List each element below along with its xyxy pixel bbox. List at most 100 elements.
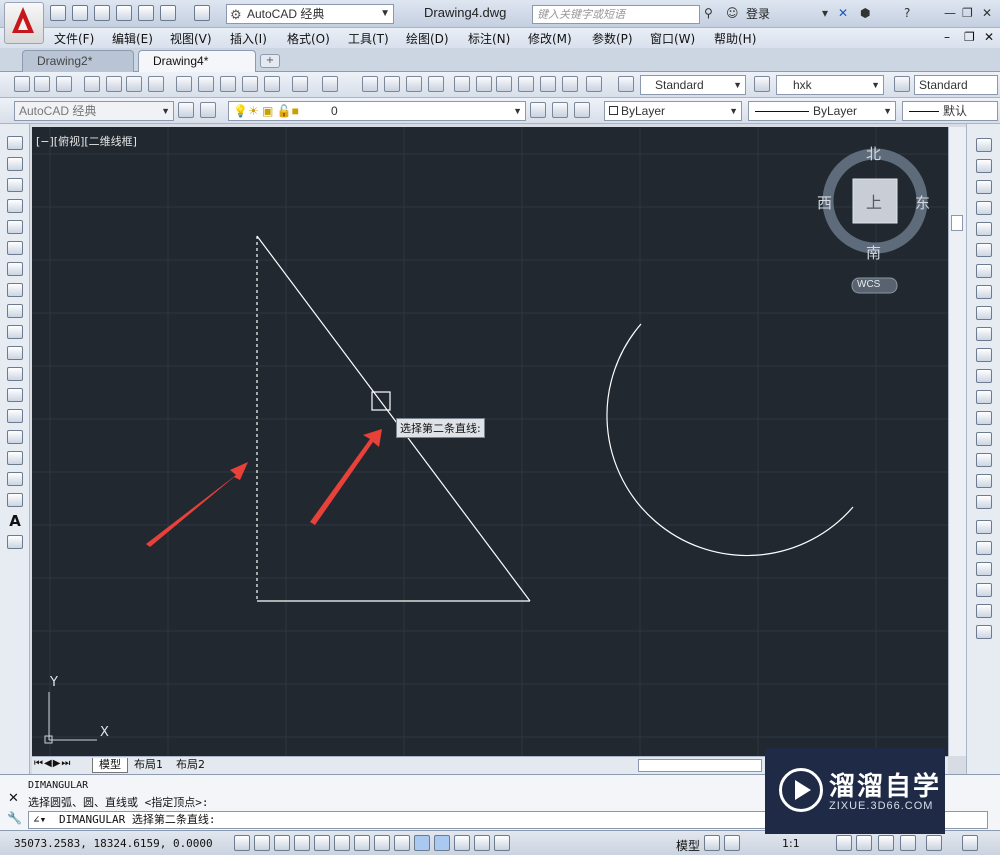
menu-tools[interactable]: 工具(T) [348,30,389,47]
polyline-icon[interactable] [7,178,23,192]
menu-dimension[interactable]: 标注(N) [468,30,510,47]
mirror-icon[interactable] [976,180,992,194]
isolate-objects-icon[interactable] [926,835,942,851]
ellipse-arc-icon[interactable] [7,346,23,360]
copy-icon[interactable] [198,76,214,92]
vertical-scroll-thumb[interactable] [951,215,963,231]
3d-dwf-icon[interactable] [148,76,164,92]
plot-icon[interactable] [84,76,100,92]
draw-order-front-icon[interactable] [976,520,992,534]
line-icon[interactable] [7,136,23,150]
point-icon[interactable] [7,409,23,423]
infer-constraints-icon[interactable] [234,835,250,851]
undo-icon[interactable] [292,76,308,92]
undo-icon[interactable] [160,5,176,21]
dynamic-input-icon[interactable] [414,835,430,851]
table-style-select[interactable]: Standard [914,75,998,95]
snap-mode-icon[interactable] [254,835,270,851]
save-icon[interactable] [56,76,72,92]
join-icon[interactable] [976,411,992,425]
workspace-switch-icon[interactable] [878,835,894,851]
user-icon[interactable]: ☺ [726,6,739,20]
workspace-settings-icon[interactable] [178,102,194,118]
region-icon[interactable] [7,472,23,486]
redo-icon[interactable] [322,76,338,92]
redo-icon[interactable] [194,5,210,21]
rectangle-icon[interactable] [7,220,23,234]
copy-object-icon[interactable] [976,159,992,173]
sheet-set-icon[interactable] [518,76,534,92]
dropdown-icon[interactable]: ▾ [822,6,828,20]
compass-west[interactable]: 西 [817,192,832,213]
menu-insert[interactable]: 插入(I) [230,30,267,47]
stretch-icon[interactable] [976,306,992,320]
spline-icon[interactable] [7,304,23,318]
compass-north[interactable]: 北 [866,143,881,164]
tab-layout2[interactable]: 布局2 [170,758,211,773]
3d-object-snap-icon[interactable] [354,835,370,851]
save-as-icon[interactable] [116,5,132,21]
quick-view-drawings-icon[interactable] [724,835,740,851]
save-icon[interactable] [94,5,110,21]
color-select[interactable]: ByLayer ▼ [604,101,742,121]
model-space-label[interactable]: 模型 [676,837,700,854]
send-under-icon[interactable] [976,583,992,597]
tool-palettes-icon[interactable] [496,76,512,92]
new-file-icon[interactable] [50,5,66,21]
make-current-layer-icon[interactable] [530,102,546,118]
doc-minimize-icon[interactable]: – [944,30,950,44]
minimize-icon[interactable]: — [944,6,956,20]
object-snap-icon[interactable] [334,835,350,851]
compass-south[interactable]: 南 [866,242,881,263]
arc-icon[interactable] [7,241,23,255]
annotation-scale[interactable]: 1:1 [782,837,800,850]
help-icon[interactable]: ? [904,6,910,20]
menu-edit[interactable]: 编辑(E) [112,30,153,47]
exchange-icon[interactable]: ✕ [838,6,848,20]
menu-help[interactable]: 帮助(H) [714,30,756,47]
menu-draw[interactable]: 绘图(D) [406,30,449,47]
revision-cloud-icon[interactable] [7,283,23,297]
viewport-controls-label[interactable]: [−][俯视][二维线框] [36,133,137,149]
draw-order-back-icon[interactable] [976,541,992,555]
horizontal-scrollbar[interactable] [638,759,762,772]
construction-line-icon[interactable] [7,157,23,171]
vertical-scrollbar[interactable] [948,127,966,756]
wcs-menu[interactable]: WCS [857,279,880,290]
tab-drawing2[interactable]: Drawing2* [22,50,134,72]
layer-properties-icon[interactable] [200,102,216,118]
block-editor-icon[interactable] [264,76,280,92]
linetype-select[interactable]: ByLayer ▼ [748,101,896,121]
zoom-window-icon[interactable] [406,76,422,92]
new-icon[interactable] [14,76,30,92]
help-icon[interactable] [586,76,602,92]
layer-select[interactable]: 💡☀ ▣ 🔓■ 0 ▼ [228,101,526,121]
array-icon[interactable] [976,222,992,236]
tab-drawing4[interactable]: Drawing4* [138,50,256,72]
extend-icon[interactable] [976,348,992,362]
chamfer-icon[interactable] [976,432,992,446]
menu-view[interactable]: 视图(V) [170,30,212,47]
erase-icon[interactable] [976,138,992,152]
fillet-icon[interactable] [976,453,992,467]
blend-curves-icon[interactable] [976,474,992,488]
tab-model[interactable]: 模型 [92,758,128,773]
doc-close-icon[interactable]: ✕ [984,30,994,44]
insert-block-icon[interactable] [7,367,23,381]
binoculars-icon[interactable]: ⚲ [704,6,713,20]
lineweight-select[interactable]: 默认 [902,101,998,121]
clean-screen-icon[interactable] [962,835,978,851]
properties-icon[interactable] [454,76,470,92]
close-icon[interactable]: ✕ [982,6,992,20]
move-icon[interactable] [976,243,992,257]
selection-cycling-icon[interactable] [494,835,510,851]
quick-view-layouts-icon[interactable] [704,835,720,851]
auto-scale-icon[interactable] [856,835,872,851]
markup-icon[interactable] [540,76,556,92]
close-command-icon[interactable]: ✕ [8,791,19,806]
polygon-icon[interactable] [7,199,23,213]
show-lineweight-icon[interactable] [434,835,450,851]
publish-icon[interactable] [126,76,142,92]
dim-style-icon[interactable] [754,76,770,92]
menu-parametric[interactable]: 参数(P) [592,30,633,47]
